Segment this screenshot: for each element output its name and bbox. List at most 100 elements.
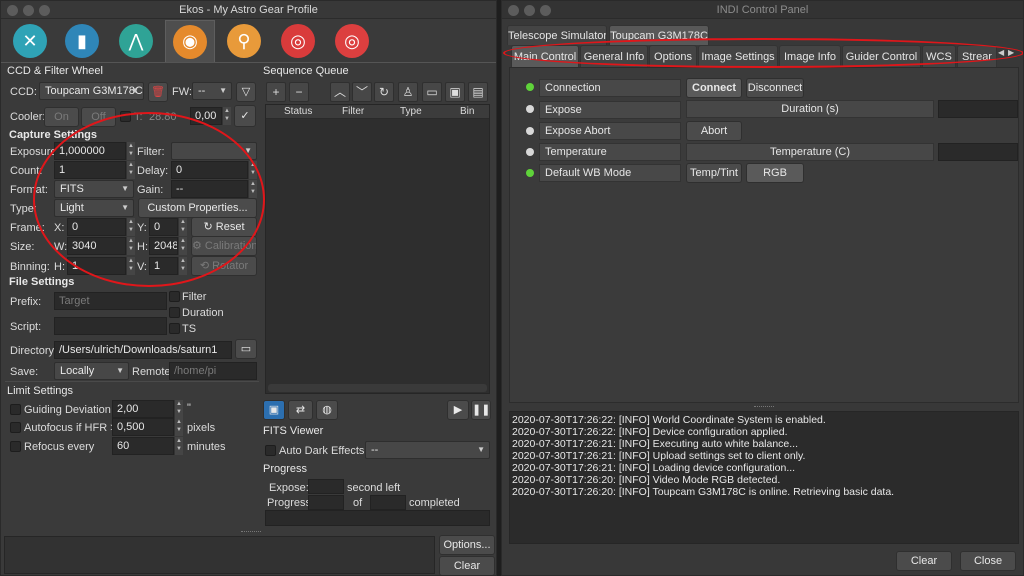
clear-button[interactable]: Clear — [896, 551, 952, 571]
move-up-button[interactable]: ︿ — [330, 82, 350, 102]
start-sequence-button[interactable]: ▶ — [447, 400, 469, 420]
temp-tint-button[interactable]: Temp/Tint — [686, 163, 742, 183]
tab-scroll-left-icon[interactable]: ◀ — [998, 48, 1004, 57]
type-select[interactable]: Light ▼ — [54, 199, 134, 217]
column-type[interactable]: Type — [400, 106, 422, 117]
tab-mount[interactable]: ⋀ — [111, 20, 161, 62]
prefix-field[interactable]: Target — [54, 292, 167, 310]
tab-guide[interactable]: ◎ — [327, 20, 377, 62]
effects-select[interactable]: -- ▼ — [365, 441, 490, 459]
user-button[interactable]: ♙ — [398, 82, 418, 102]
minimize-window-icon[interactable] — [23, 5, 34, 16]
temperature-input[interactable] — [938, 143, 1018, 161]
tab-guider-control[interactable]: Guider Control — [842, 45, 921, 67]
tab-image-settings[interactable]: Image Settings — [698, 45, 778, 67]
column-status[interactable]: Status — [284, 106, 312, 117]
frame-y-field[interactable]: 0 — [149, 218, 178, 236]
guiding-deviation-field[interactable]: 2,00 — [112, 400, 174, 418]
size-h-field[interactable]: 2048 — [149, 237, 178, 255]
tab-options[interactable]: Options — [649, 45, 697, 67]
ccd-select[interactable]: Toupcam G3M178C ▼ — [39, 82, 144, 100]
guiding-deviation-checkbox[interactable] — [10, 404, 21, 415]
preview-mode-button[interactable]: ▣ — [263, 400, 285, 420]
tab-scroll-right-icon[interactable]: ▶ — [1008, 48, 1014, 57]
filter-settings-button[interactable]: ▽ — [236, 82, 256, 102]
refocus-checkbox[interactable] — [10, 441, 21, 452]
duration-suffix-checkbox[interactable] — [169, 307, 180, 318]
rgb-button[interactable]: RGB — [746, 163, 804, 183]
trash-button[interactable]: 🗑 — [148, 82, 168, 102]
rotator-button[interactable]: ⟲ Rotator — [191, 256, 257, 276]
set-temperature-button[interactable]: ✓ — [234, 105, 256, 127]
gain-stepper[interactable]: ▲ ▼ — [248, 180, 257, 198]
fw-select[interactable]: -- ▼ — [192, 82, 232, 100]
ts-checkbox[interactable] — [120, 111, 131, 122]
delay-field[interactable]: 0 — [171, 161, 248, 179]
minimize-window-icon[interactable] — [524, 5, 535, 16]
open-queue-button[interactable]: ▭ — [422, 82, 442, 102]
horizontal-scrollbar[interactable] — [268, 384, 487, 392]
tab-capture[interactable]: ◉ — [165, 20, 215, 62]
sequence-queue-table[interactable]: Status Filter Type Bin — [265, 104, 490, 394]
ts-suffix-checkbox[interactable] — [169, 323, 180, 334]
disconnect-button[interactable]: Disconnect — [746, 78, 804, 98]
autofocus-hfr-checkbox[interactable] — [10, 422, 21, 433]
tab-telescope-simulator[interactable]: Telescope Simulator — [507, 25, 607, 45]
clear-log-button[interactable]: Clear — [439, 556, 495, 575]
frame-x-field[interactable]: 0 — [67, 218, 126, 236]
count-stepper[interactable]: ▲ ▼ — [126, 161, 135, 179]
gain-field[interactable]: -- — [171, 180, 248, 198]
refocus-field[interactable]: 60 — [112, 437, 174, 455]
reset-frame-button[interactable]: ↻ Reset — [191, 217, 257, 237]
tab-wcs[interactable]: WCS — [922, 45, 956, 67]
cooler-setpoint-field[interactable]: 0,00 — [190, 107, 222, 125]
splitter-handle[interactable] — [241, 531, 261, 535]
guiding-deviation-stepper[interactable]: ▲ ▼ — [174, 400, 183, 418]
close-window-icon[interactable] — [7, 5, 18, 16]
browse-directory-button[interactable]: ▭ — [235, 339, 257, 359]
frame-x-stepper[interactable]: ▲ ▼ — [126, 218, 135, 236]
duration-field[interactable]: Duration (s) — [686, 100, 934, 118]
loop-button[interactable]: ⇄ — [288, 400, 313, 420]
count-field[interactable]: 1 — [54, 161, 126, 179]
remove-job-button[interactable]: − — [289, 82, 309, 102]
abort-button[interactable]: Abort — [686, 121, 742, 141]
indi-titlebar[interactable]: INDI Control Panel — [502, 1, 1023, 19]
tab-scheduler[interactable]: ▮ — [57, 20, 107, 62]
tab-streaming[interactable]: Strear — [957, 45, 997, 67]
tab-setup[interactable]: ✕ — [5, 20, 55, 62]
close-window-icon[interactable] — [508, 5, 519, 16]
size-w-field[interactable]: 3040 — [67, 237, 126, 255]
refocus-stepper[interactable]: ▲ ▼ — [174, 437, 183, 455]
format-select[interactable]: FITS ▼ — [54, 180, 134, 198]
pause-sequence-button[interactable]: ❚❚ — [471, 400, 491, 420]
zoom-window-icon[interactable] — [39, 5, 50, 16]
zoom-window-icon[interactable] — [540, 5, 551, 16]
directory-field[interactable]: /Users/ulrich/Downloads/saturn1 — [54, 341, 232, 359]
close-button[interactable]: Close — [960, 551, 1016, 571]
options-button[interactable]: Options... — [439, 535, 495, 555]
frame-y-stepper[interactable]: ▲ ▼ — [178, 218, 187, 236]
column-bin[interactable]: Bin — [460, 106, 474, 117]
delay-stepper[interactable]: ▲ ▼ — [248, 161, 257, 179]
live-video-button[interactable]: ◍ — [316, 400, 338, 420]
duration-input[interactable] — [938, 100, 1018, 118]
tab-focus[interactable]: ⚲ — [219, 20, 269, 62]
remote-field[interactable]: /home/pi — [169, 362, 257, 380]
filter-select[interactable]: ▼ — [171, 142, 257, 160]
cooler-on-button[interactable]: On — [44, 107, 79, 127]
tab-general-info[interactable]: General Info — [580, 45, 648, 67]
binning-h-stepper[interactable]: ▲ ▼ — [126, 257, 135, 275]
connect-button[interactable]: Connect — [686, 78, 742, 98]
binning-h-field[interactable]: 1 — [67, 257, 126, 275]
cooler-setpoint-stepper[interactable]: ▲ ▼ — [222, 107, 231, 125]
exposure-stepper[interactable]: ▲ ▼ — [126, 142, 135, 160]
custom-properties-button[interactable]: Custom Properties... — [138, 198, 257, 218]
size-h-stepper[interactable]: ▲ ▼ — [178, 237, 187, 255]
column-filter[interactable]: Filter — [342, 106, 364, 117]
tab-toupcam[interactable]: Toupcam G3M178C — [609, 25, 709, 45]
filter-suffix-checkbox[interactable] — [169, 291, 180, 302]
reset-queue-button[interactable]: ↻ — [374, 82, 394, 102]
temperature-field[interactable]: Temperature (C) — [686, 143, 934, 161]
add-job-button[interactable]: + — [266, 82, 286, 102]
